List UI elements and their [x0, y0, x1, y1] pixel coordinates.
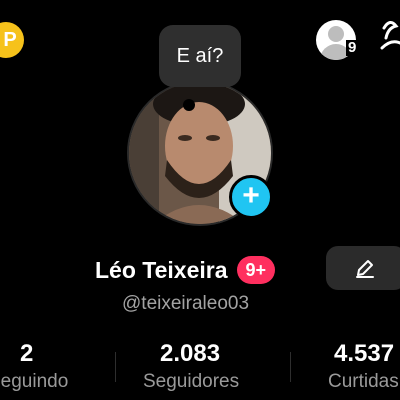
- footprints-icon[interactable]: [380, 18, 400, 62]
- coin-icon[interactable]: P: [0, 22, 24, 58]
- profile-name: Léo Teixeira: [95, 256, 228, 283]
- friends-count-badge: 9: [346, 39, 359, 56]
- following-count[interactable]: 2: [20, 340, 33, 368]
- notification-badge[interactable]: 9+: [236, 256, 276, 284]
- stats-divider: [115, 352, 116, 382]
- avatar-head-shape: [328, 26, 344, 42]
- following-label[interactable]: Seguindo: [0, 371, 68, 393]
- followers-label[interactable]: Seguidores: [143, 371, 239, 393]
- pencil-icon: [356, 260, 374, 278]
- speech-bubble: E aí?: [159, 25, 241, 87]
- edit-profile-button[interactable]: [326, 246, 400, 290]
- likes-label[interactable]: Curtidas: [328, 371, 399, 393]
- followers-count[interactable]: 2.083: [160, 340, 220, 368]
- username: @teixeiraleo03: [122, 293, 250, 314]
- coin-letter: P: [3, 28, 17, 51]
- stats-divider: [290, 352, 291, 382]
- name-row: Léo Teixeira 9+: [95, 255, 276, 285]
- add-photo-button[interactable]: +: [229, 175, 273, 219]
- likes-count[interactable]: 4.537: [334, 340, 394, 368]
- bubble-tail-dot: [183, 99, 195, 111]
- plus-icon: +: [242, 179, 260, 212]
